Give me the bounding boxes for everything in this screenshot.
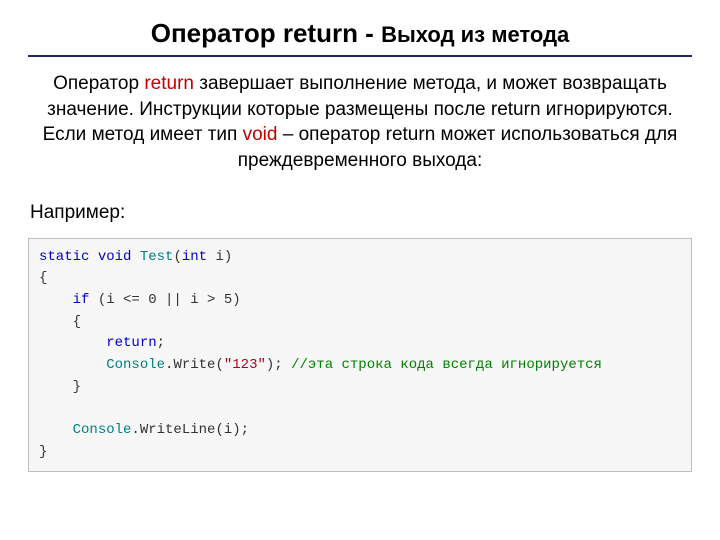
method-write: Write <box>173 357 215 373</box>
semicolon: ; <box>157 335 165 351</box>
semicolon: ; <box>241 422 249 438</box>
if-condition: (i <= 0 || i > 5) <box>89 292 240 308</box>
title-sub: Выход из метода <box>381 22 569 47</box>
code-block: static void Test(int i) { if (i <= 0 || … <box>28 238 692 473</box>
kw-static: static <box>39 249 89 265</box>
intro-text: Если метод имеет тип <box>43 124 243 145</box>
paren-open: ( <box>173 249 181 265</box>
title-main: Оператор return - <box>151 18 381 48</box>
method-name: Test <box>140 249 174 265</box>
intro-text: – оператор return может использоваться д… <box>238 124 678 171</box>
intro-text: Оператор <box>53 73 144 94</box>
brace-open: { <box>39 270 47 286</box>
paren-open: ( <box>215 357 223 373</box>
type-console: Console <box>73 422 132 438</box>
comment: //эта строка кода всегда игнорируется <box>291 357 602 373</box>
brace-close: } <box>73 379 81 395</box>
param-i: i <box>215 249 223 265</box>
kw-return: return <box>106 335 156 351</box>
title-underline <box>28 55 692 57</box>
brace-close: } <box>39 444 47 460</box>
type-console: Console <box>106 357 165 373</box>
page-title: Оператор return - Выход из метода <box>28 18 692 55</box>
example-label: Например: <box>28 202 692 224</box>
paren-close: ) <box>224 249 232 265</box>
kw-if: if <box>73 292 90 308</box>
paren-close: ) <box>232 422 240 438</box>
semicolon: ; <box>274 357 282 373</box>
keyword-return: return <box>144 73 194 94</box>
arg-i: i <box>224 422 232 438</box>
brace-open: { <box>73 314 81 330</box>
intro-paragraph: Оператор return завершает выполнение мет… <box>28 71 692 174</box>
dot: . <box>131 422 139 438</box>
kw-void: void <box>98 249 132 265</box>
paren-open: ( <box>215 422 223 438</box>
kw-int: int <box>182 249 207 265</box>
method-writeline: WriteLine <box>140 422 216 438</box>
keyword-void: void <box>243 124 278 145</box>
string-literal: "123" <box>224 357 266 373</box>
